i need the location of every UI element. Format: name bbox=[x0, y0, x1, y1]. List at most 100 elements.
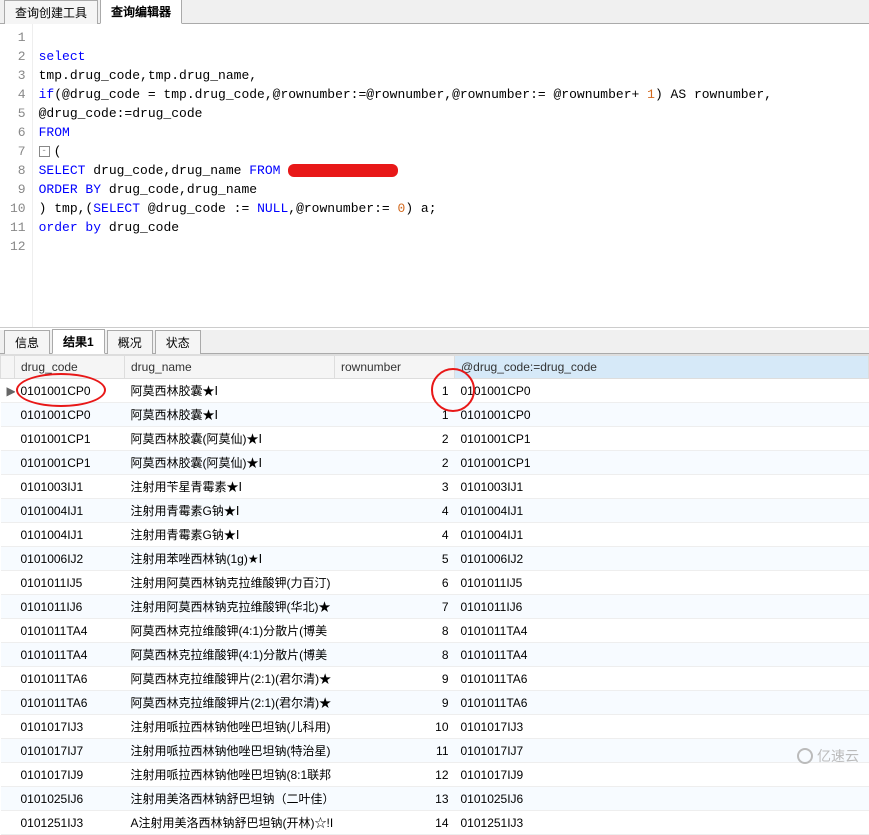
cell-rownumber[interactable]: 3 bbox=[335, 475, 455, 499]
cell-drug-code[interactable]: 0101251IJ3 bbox=[15, 811, 125, 835]
table-row[interactable]: 0101001CP0阿莫西林胶囊★Ⅰ10101001CP0 bbox=[1, 403, 869, 427]
cell-drug-name[interactable]: 注射用青霉素G钠★Ⅰ bbox=[125, 499, 335, 523]
cell-rownumber[interactable]: 5 bbox=[335, 547, 455, 571]
cell-assign[interactable]: 0101001CP0 bbox=[455, 379, 869, 403]
col-drug-code[interactable]: drug_code bbox=[15, 356, 125, 379]
cell-drug-name[interactable]: 阿莫西林克拉维酸钾(4:1)分散片(博美 bbox=[125, 643, 335, 667]
cell-assign[interactable]: 0101011TA4 bbox=[455, 643, 869, 667]
cell-assign[interactable]: 0101004IJ1 bbox=[455, 499, 869, 523]
table-row[interactable]: 0101025IJ6注射用美洛西林钠舒巴坦钠（二叶佳）☆130101025IJ6 bbox=[1, 787, 869, 811]
cell-drug-name[interactable]: 注射用苯唑西林钠(1g)★Ⅰ bbox=[125, 547, 335, 571]
cell-rownumber[interactable]: 1 bbox=[335, 379, 455, 403]
tab-info[interactable]: 信息 bbox=[4, 330, 50, 354]
cell-assign[interactable]: 0101011IJ5 bbox=[455, 571, 869, 595]
cell-drug-name[interactable]: 阿莫西林克拉维酸钾(4:1)分散片(博美 bbox=[125, 619, 335, 643]
cell-drug-name[interactable]: 注射用阿莫西林钠克拉维酸钾(华北)★ bbox=[125, 595, 335, 619]
cell-assign[interactable]: 0101011IJ6 bbox=[455, 595, 869, 619]
tab-status[interactable]: 状态 bbox=[155, 330, 201, 354]
table-row[interactable]: 0101011IJ6注射用阿莫西林钠克拉维酸钾(华北)★70101011IJ6 bbox=[1, 595, 869, 619]
cell-assign[interactable]: 0101004IJ1 bbox=[455, 523, 869, 547]
cell-drug-code[interactable]: 0101001CP0 bbox=[15, 403, 125, 427]
cell-drug-code[interactable]: 0101001CP1 bbox=[15, 451, 125, 475]
table-row[interactable]: 0101004IJ1注射用青霉素G钠★Ⅰ40101004IJ1 bbox=[1, 499, 869, 523]
table-row[interactable]: 0101011TA4阿莫西林克拉维酸钾(4:1)分散片(博美80101011TA… bbox=[1, 643, 869, 667]
cell-rownumber[interactable]: 7 bbox=[335, 595, 455, 619]
cell-assign[interactable]: 0101251IJ3 bbox=[455, 811, 869, 835]
cell-rownumber[interactable]: 4 bbox=[335, 499, 455, 523]
cell-drug-code[interactable]: 0101011TA6 bbox=[15, 667, 125, 691]
cell-rownumber[interactable]: 9 bbox=[335, 667, 455, 691]
cell-rownumber[interactable]: 8 bbox=[335, 619, 455, 643]
results-grid[interactable]: drug_code drug_name rownumber @drug_code… bbox=[0, 354, 869, 835]
table-row[interactable]: 0101011TA4阿莫西林克拉维酸钾(4:1)分散片(博美80101011TA… bbox=[1, 619, 869, 643]
cell-drug-name[interactable]: 注射用哌拉西林钠他唑巴坦钠(儿科用) bbox=[125, 715, 335, 739]
cell-drug-code[interactable]: 0101011IJ5 bbox=[15, 571, 125, 595]
table-row[interactable]: 0101011IJ5注射用阿莫西林钠克拉维酸钾(力百汀)60101011IJ5 bbox=[1, 571, 869, 595]
table-row[interactable]: 0101006IJ2注射用苯唑西林钠(1g)★Ⅰ50101006IJ2 bbox=[1, 547, 869, 571]
cell-assign[interactable]: 0101001CP1 bbox=[455, 427, 869, 451]
cell-drug-name[interactable]: A注射用美洛西林钠舒巴坦钠(开林)☆!I bbox=[125, 811, 335, 835]
cell-drug-name[interactable]: 注射用哌拉西林钠他唑巴坦钠(特治星) bbox=[125, 739, 335, 763]
cell-rownumber[interactable]: 10 bbox=[335, 715, 455, 739]
table-row[interactable]: 0101001CP1阿莫西林胶囊(阿莫仙)★Ⅰ20101001CP1 bbox=[1, 451, 869, 475]
cell-assign[interactable]: 0101006IJ2 bbox=[455, 547, 869, 571]
cell-rownumber[interactable]: 14 bbox=[335, 811, 455, 835]
cell-assign[interactable]: 0101003IJ1 bbox=[455, 475, 869, 499]
cell-drug-code[interactable]: 0101011IJ6 bbox=[15, 595, 125, 619]
cell-drug-code[interactable]: 0101011TA4 bbox=[15, 619, 125, 643]
cell-drug-name[interactable]: 注射用青霉素G钠★Ⅰ bbox=[125, 523, 335, 547]
table-row[interactable]: 0101017IJ3注射用哌拉西林钠他唑巴坦钠(儿科用)100101017IJ3 bbox=[1, 715, 869, 739]
tab-profile[interactable]: 概况 bbox=[107, 330, 153, 354]
table-row[interactable]: 0101004IJ1注射用青霉素G钠★Ⅰ40101004IJ1 bbox=[1, 523, 869, 547]
table-row[interactable]: 0101011TA6阿莫西林克拉维酸钾片(2:1)(君尔清)★90101011T… bbox=[1, 691, 869, 715]
cell-drug-code[interactable]: 0101017IJ9 bbox=[15, 763, 125, 787]
col-drug-name[interactable]: drug_name bbox=[125, 356, 335, 379]
fold-icon[interactable]: - bbox=[39, 146, 50, 157]
table-row[interactable]: ▶0101001CP0阿莫西林胶囊★Ⅰ10101001CP0 bbox=[1, 379, 869, 403]
cell-drug-name[interactable]: 阿莫西林胶囊★Ⅰ bbox=[125, 403, 335, 427]
cell-drug-code[interactable]: 0101011TA4 bbox=[15, 643, 125, 667]
table-row[interactable]: 0101003IJ1注射用苄星青霉素★Ⅰ30101003IJ1 bbox=[1, 475, 869, 499]
cell-drug-code[interactable]: 0101004IJ1 bbox=[15, 523, 125, 547]
tab-query-editor[interactable]: 查询编辑器 bbox=[100, 0, 182, 24]
cell-assign[interactable]: 0101025IJ6 bbox=[455, 787, 869, 811]
cell-drug-name[interactable]: 阿莫西林胶囊★Ⅰ bbox=[125, 379, 335, 403]
cell-drug-code[interactable]: 0101003IJ1 bbox=[15, 475, 125, 499]
cell-drug-code[interactable]: 0101017IJ3 bbox=[15, 715, 125, 739]
cell-rownumber[interactable]: 12 bbox=[335, 763, 455, 787]
cell-rownumber[interactable]: 11 bbox=[335, 739, 455, 763]
cell-rownumber[interactable]: 2 bbox=[335, 451, 455, 475]
cell-drug-code[interactable]: 0101001CP1 bbox=[15, 427, 125, 451]
cell-drug-name[interactable]: 阿莫西林克拉维酸钾片(2:1)(君尔清)★ bbox=[125, 667, 335, 691]
table-row[interactable]: 0101001CP1阿莫西林胶囊(阿莫仙)★Ⅰ20101001CP1 bbox=[1, 427, 869, 451]
cell-drug-name[interactable]: 注射用阿莫西林钠克拉维酸钾(力百汀) bbox=[125, 571, 335, 595]
cell-assign[interactable]: 0101011TA4 bbox=[455, 619, 869, 643]
cell-rownumber[interactable]: 1 bbox=[335, 403, 455, 427]
cell-assign[interactable]: 0101017IJ3 bbox=[455, 715, 869, 739]
cell-assign[interactable]: 0101011TA6 bbox=[455, 691, 869, 715]
cell-rownumber[interactable]: 4 bbox=[335, 523, 455, 547]
cell-drug-name[interactable]: 注射用哌拉西林钠他唑巴坦钠(8:1联邦 bbox=[125, 763, 335, 787]
cell-drug-name[interactable]: 阿莫西林胶囊(阿莫仙)★Ⅰ bbox=[125, 427, 335, 451]
cell-drug-code[interactable]: 0101011TA6 bbox=[15, 691, 125, 715]
col-rownumber[interactable]: rownumber bbox=[335, 356, 455, 379]
cell-rownumber[interactable]: 2 bbox=[335, 427, 455, 451]
cell-drug-code[interactable]: 0101025IJ6 bbox=[15, 787, 125, 811]
table-row[interactable]: 0101011TA6阿莫西林克拉维酸钾片(2:1)(君尔清)★90101011T… bbox=[1, 667, 869, 691]
code-area[interactable]: select tmp.drug_code,tmp.drug_name, if(@… bbox=[33, 24, 869, 327]
cell-assign[interactable]: 0101001CP1 bbox=[455, 451, 869, 475]
cell-assign[interactable]: 0101011TA6 bbox=[455, 667, 869, 691]
cell-drug-code[interactable]: 0101017IJ7 bbox=[15, 739, 125, 763]
cell-drug-name[interactable]: 阿莫西林克拉维酸钾片(2:1)(君尔清)★ bbox=[125, 691, 335, 715]
tab-query-builder[interactable]: 查询创建工具 bbox=[4, 0, 98, 24]
cell-drug-name[interactable]: 注射用苄星青霉素★Ⅰ bbox=[125, 475, 335, 499]
cell-drug-code[interactable]: 0101004IJ1 bbox=[15, 499, 125, 523]
cell-assign[interactable]: 0101017IJ9 bbox=[455, 763, 869, 787]
cell-drug-code[interactable]: 0101001CP0 bbox=[15, 379, 125, 403]
sql-editor[interactable]: 1 2 3 4 5 6 7 8 9 10 11 12 select tmp.dr… bbox=[0, 24, 869, 328]
col-drug-code-assign[interactable]: @drug_code:=drug_code bbox=[455, 356, 869, 379]
cell-drug-name[interactable]: 注射用美洛西林钠舒巴坦钠（二叶佳）☆ bbox=[125, 787, 335, 811]
cell-drug-name[interactable]: 阿莫西林胶囊(阿莫仙)★Ⅰ bbox=[125, 451, 335, 475]
table-row[interactable]: 0101251IJ3A注射用美洛西林钠舒巴坦钠(开林)☆!I140101251I… bbox=[1, 811, 869, 835]
cell-rownumber[interactable]: 8 bbox=[335, 643, 455, 667]
